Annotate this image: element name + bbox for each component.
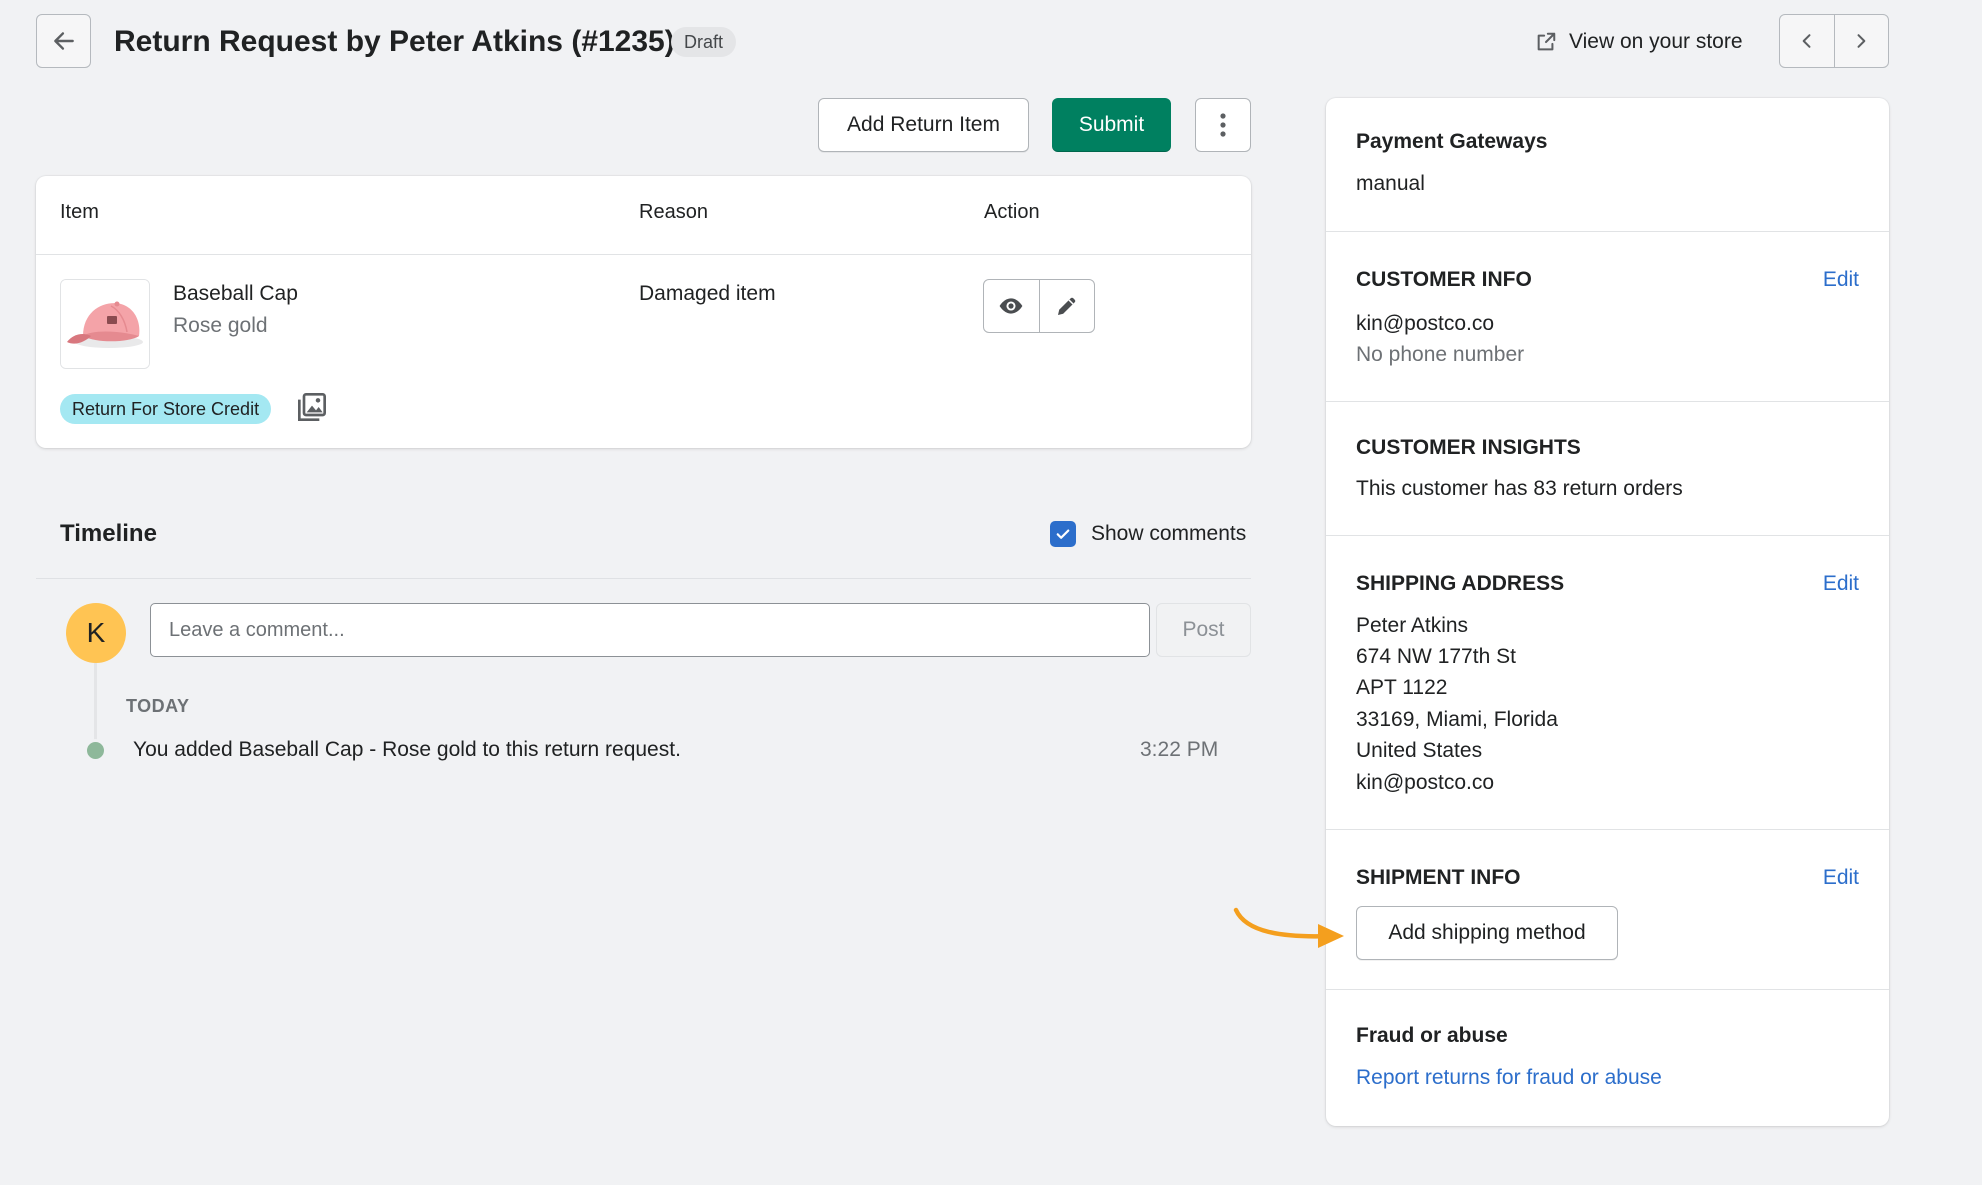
page-title: Return Request by Peter Atkins (#1235) (114, 25, 675, 58)
section-divider (1326, 829, 1889, 830)
section-divider (1326, 989, 1889, 990)
timeline-event-time: 3:22 PM (1140, 738, 1219, 761)
timeline-title: Timeline (60, 520, 157, 547)
check-icon (1056, 529, 1070, 539)
show-comments-label: Show comments (1091, 522, 1247, 545)
timeline-group-label: TODAY (126, 696, 190, 716)
customer-info-heading: CUSTOMER INFO (1356, 268, 1532, 291)
item-reason: Damaged item (639, 282, 776, 305)
chevron-right-icon (1857, 34, 1866, 48)
customer-email: kin@postco.co (1356, 312, 1495, 335)
item-actions (983, 279, 1095, 333)
shipment-info-heading: SHIPMENT INFO (1356, 866, 1521, 889)
timeline-event-dot (84, 739, 107, 762)
edit-item-button[interactable] (1038, 280, 1095, 332)
address-line: Peter Atkins (1356, 614, 1469, 637)
show-comments-checkbox[interactable] (1050, 521, 1076, 547)
view-item-button[interactable] (984, 280, 1039, 332)
column-header-reason: Reason (639, 201, 708, 223)
comment-input[interactable]: Leave a comment... (150, 603, 1150, 657)
more-actions-button[interactable] (1195, 98, 1251, 152)
avatar: K (66, 603, 126, 663)
external-link-icon (1537, 32, 1556, 51)
item-name: Baseball Cap (173, 282, 298, 305)
customer-insights-heading: CUSTOMER INSIGHTS (1356, 436, 1581, 459)
section-divider (1326, 535, 1889, 536)
chevron-left-icon (1802, 34, 1811, 48)
pagination (1779, 14, 1889, 68)
column-header-action: Action (984, 201, 1040, 223)
post-button[interactable]: Post (1156, 603, 1251, 657)
address-line: 33169, Miami, Florida (1356, 708, 1558, 731)
show-comments-toggle[interactable]: Show comments (1050, 521, 1246, 547)
address-line: APT 1122 (1356, 676, 1448, 699)
column-header-item: Item (60, 201, 99, 223)
customer-insights-text: This customer has 83 return orders (1356, 477, 1683, 500)
next-button[interactable] (1833, 15, 1889, 67)
baseball-cap-image (61, 280, 149, 368)
edit-shipping-address-link[interactable]: Edit (1823, 572, 1859, 596)
previous-button[interactable] (1780, 15, 1834, 67)
section-divider (1326, 231, 1889, 232)
return-items-card: Item Reason Action Baseball Cap Rose gol… (36, 176, 1251, 448)
address-line: United States (1356, 739, 1483, 762)
arrow-left-icon (53, 32, 74, 50)
more-vertical-icon (1220, 113, 1226, 137)
payment-gateway-value: manual (1356, 172, 1425, 195)
customer-phone: No phone number (1356, 343, 1525, 366)
image-gallery-button[interactable] (296, 391, 328, 428)
pencil-icon (1057, 297, 1075, 315)
view-on-store-link[interactable]: View on your store (1535, 26, 1743, 58)
section-divider (1326, 401, 1889, 402)
payment-gateways-heading: Payment Gateways (1356, 130, 1548, 153)
image-gallery-icon (298, 393, 326, 421)
item-variant: Rose gold (173, 314, 268, 337)
edit-customer-info-link[interactable]: Edit (1823, 268, 1859, 292)
add-return-item-button[interactable]: Add Return Item (818, 98, 1029, 152)
details-sidebar: Payment Gateways manual CUSTOMER INFO Ed… (1326, 98, 1889, 1126)
timeline-event-text: You added Baseball Cap - Rose gold to th… (133, 738, 681, 761)
eye-icon (999, 298, 1023, 314)
add-shipping-method-button[interactable]: Add shipping method (1356, 906, 1618, 960)
arrow-right-icon (1233, 907, 1344, 948)
view-on-store-label: View on your store (1569, 30, 1743, 53)
address-line: 674 NW 177th St (1356, 645, 1516, 668)
submit-button[interactable]: Submit (1052, 98, 1171, 152)
status-badge: Draft (671, 27, 737, 57)
back-button[interactable] (36, 14, 91, 68)
header-divider (36, 254, 1251, 255)
annotation-arrow (1232, 906, 1350, 957)
edit-shipment-info-link[interactable]: Edit (1823, 866, 1859, 890)
product-thumbnail (60, 279, 150, 369)
address-line: kin@postco.co (1356, 771, 1495, 794)
report-fraud-link[interactable]: Report returns for fraud or abuse (1356, 1066, 1662, 1090)
return-type-badge: Return For Store Credit (60, 394, 272, 424)
fraud-heading: Fraud or abuse (1356, 1024, 1508, 1047)
shipping-address-heading: SHIPPING ADDRESS (1356, 572, 1565, 595)
timeline-divider (36, 578, 1251, 579)
